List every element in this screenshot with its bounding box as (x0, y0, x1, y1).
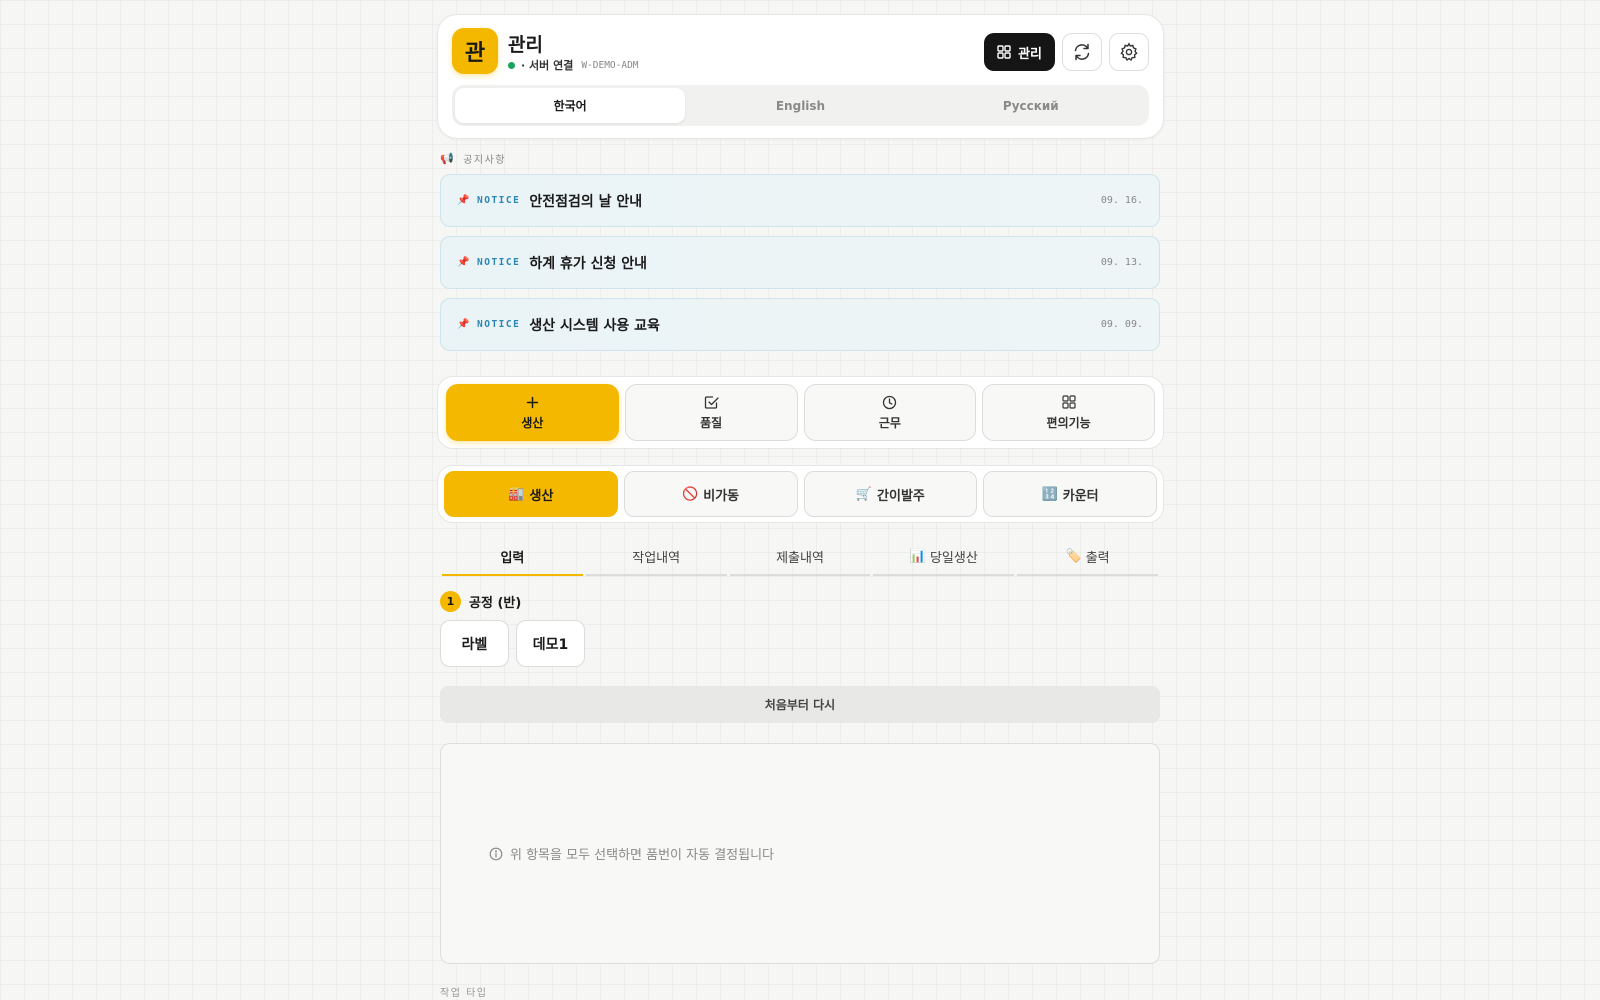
tab-label: 제출내역 (776, 550, 824, 566)
notice-item[interactable]: 📌 NOTICE 하계 휴가 신청 안내 09. 13. (440, 236, 1160, 289)
status-text: · 서버 연결 (521, 59, 574, 72)
sub-label: 비가동 (703, 488, 740, 504)
sub-downtime-button[interactable]: 🚫 비가동 (623, 471, 798, 517)
notice-title: 하계 휴가 신청 안내 (529, 255, 647, 272)
step-header: 1 공정 (반) (440, 591, 521, 612)
notice-tag: NOTICE (477, 319, 521, 330)
label-tag-icon: 🏷️ (1065, 548, 1082, 564)
sub-order-button[interactable]: 🛒 간이발주 (803, 471, 978, 517)
menu-utilities-button[interactable]: 편의기능 (982, 384, 1155, 441)
app-title: 관리 (508, 34, 543, 56)
sub-production-button[interactable]: 🏭 생산 (444, 471, 618, 517)
plus-icon (526, 394, 539, 410)
header-card: 관 관리 · 서버 연결 W-DEMO-ADM 관리 한국어 English Р… (437, 14, 1164, 139)
menu-label: 편의기능 (1046, 416, 1091, 430)
info-icon (489, 847, 503, 860)
refresh-button[interactable] (1062, 33, 1102, 71)
notice-section-header: 📢 공지사항 (440, 151, 506, 166)
notice-tag: NOTICE (477, 257, 521, 268)
notice-section-label: 공지사항 (463, 155, 507, 166)
notice-title: 안전점검의 날 안내 (529, 193, 643, 210)
tab-daily-production[interactable]: 📊 당일생산 (873, 538, 1015, 576)
step-number: 1 (440, 591, 461, 612)
connection-status: · 서버 연결 W-DEMO-ADM (508, 57, 639, 73)
tab-work-history[interactable]: 작업내역 (585, 538, 727, 576)
sub-label: 카운터 (1062, 488, 1099, 504)
pin-icon: 📌 (457, 195, 470, 206)
status-dot-icon (508, 61, 515, 69)
bar-chart-icon: 📊 (909, 548, 926, 564)
restart-button[interactable]: 처음부터 다시 (440, 686, 1160, 723)
hint-text: 위 항목을 모두 선택하면 품번이 자동 결정됩니다 (510, 848, 774, 863)
gear-icon (1120, 42, 1138, 62)
hint-message: 위 항목을 모두 선택하면 품번이 자동 결정됩니다 (489, 844, 774, 863)
settings-button[interactable] (1109, 33, 1149, 71)
grid-icon (997, 45, 1011, 59)
header-actions: 관리 (984, 33, 1149, 71)
tab-print[interactable]: 🏷️ 출력 (1017, 538, 1158, 576)
sub-menu: 🏭 생산 🚫 비가동 🛒 간이발주 🔢 카운터 (437, 465, 1164, 523)
grid-icon (1062, 394, 1076, 410)
tab-label: 입력 (500, 550, 525, 566)
admin-button[interactable]: 관리 (984, 33, 1055, 71)
lang-tab-korean[interactable]: 한국어 (455, 88, 686, 123)
notice-item[interactable]: 📌 NOTICE 생산 시스템 사용 교육 09. 09. (440, 298, 1160, 351)
pin-icon: 📌 (457, 257, 470, 268)
tab-label: 출력 (1085, 550, 1110, 566)
lang-tab-english[interactable]: English (685, 88, 915, 123)
work-type-label: 작업 타입 (440, 988, 488, 999)
menu-label: 품질 (700, 416, 723, 430)
notice-date: 09. 16. (1100, 195, 1143, 206)
megaphone-icon: 📢 (440, 152, 456, 165)
notice-item[interactable]: 📌 NOTICE 안전점검의 날 안내 09. 16. (440, 174, 1160, 227)
app-logo: 관 (452, 28, 498, 74)
prohibited-icon: 🚫 (682, 486, 699, 502)
sub-label: 간이발주 (877, 488, 925, 504)
option-button[interactable]: 라벨 (440, 620, 509, 667)
part-result-panel: 위 항목을 모두 선택하면 품번이 자동 결정됩니다 (440, 743, 1160, 964)
tab-input[interactable]: 입력 (442, 538, 583, 576)
numbers-icon: 🔢 (1041, 486, 1058, 502)
main-menu: 생산 품질 근무 편의기능 (437, 376, 1164, 449)
sub-label: 생산 (529, 488, 554, 504)
notice-title: 생산 시스템 사용 교육 (529, 317, 660, 334)
notice-date: 09. 13. (1100, 257, 1143, 268)
menu-production-button[interactable]: 생산 (446, 384, 619, 441)
production-tabs: 입력 작업내역 제출내역 📊 당일생산 🏷️ 출력 (442, 538, 1158, 576)
notice-date: 09. 09. (1100, 319, 1143, 330)
process-options: 라벨 데모1 (440, 620, 585, 667)
tab-submission-history[interactable]: 제출내역 (729, 538, 871, 576)
tab-label: 작업내역 (632, 550, 681, 566)
factory-icon: 🏭 (508, 486, 525, 502)
menu-label: 근무 (878, 416, 901, 430)
check-square-icon (704, 394, 719, 410)
menu-work-button[interactable]: 근무 (803, 384, 977, 441)
option-button[interactable]: 데모1 (516, 620, 585, 667)
notice-tag: NOTICE (477, 195, 521, 206)
step-label: 공정 (반) (469, 596, 522, 611)
refresh-icon (1074, 43, 1090, 61)
clock-icon (882, 394, 897, 410)
language-switcher: 한국어 English Русский (452, 85, 1149, 126)
admin-button-label: 관리 (1018, 46, 1042, 62)
sub-counter-button[interactable]: 🔢 카운터 (983, 471, 1157, 517)
cart-icon: 🛒 (855, 486, 873, 502)
device-id: W-DEMO-ADM (581, 59, 639, 71)
menu-label: 생산 (521, 416, 544, 430)
tab-label: 당일생산 (929, 550, 978, 566)
menu-quality-button[interactable]: 품질 (624, 384, 798, 441)
pin-icon: 📌 (457, 319, 470, 330)
lang-tab-russian[interactable]: Русский (916, 88, 1146, 123)
